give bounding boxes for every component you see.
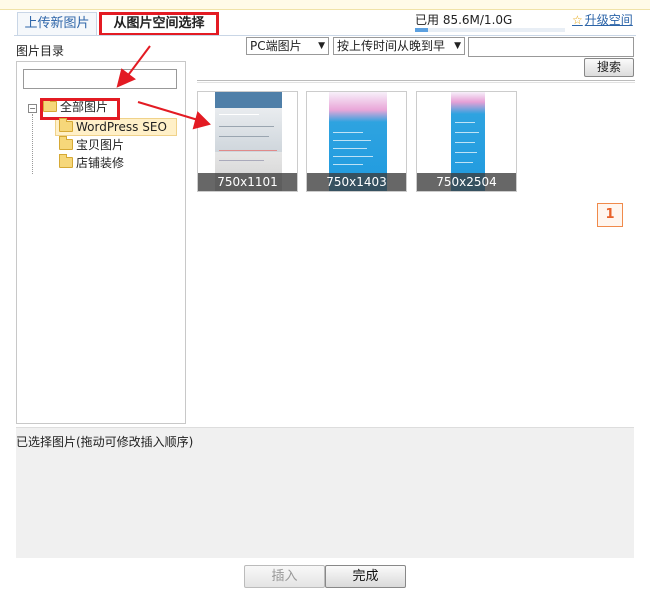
tree-connector-lines [32,114,33,174]
image-thumbnail[interactable]: 750x1403 [306,91,407,192]
tree-item-label: 宝贝图片 [76,138,125,152]
folder-icon [59,118,73,132]
annotation-highlight-box [40,98,120,120]
selected-images-area[interactable]: 已选择图片(拖动可修改插入顺序) [16,427,634,558]
source-select-value: PC端图片 [250,39,302,53]
search-button[interactable]: 搜索 [584,58,634,77]
image-thumbnail[interactable]: 750x2504 [416,91,517,192]
directory-title: 图片目录 [16,44,65,58]
filter-divider-shadow [197,82,635,83]
filter-divider [197,80,635,81]
folder-icon [59,136,73,150]
sort-select[interactable]: 按上传时间从晚到早 ▼ [333,37,465,55]
insert-button[interactable]: 插入 [244,565,325,588]
tab-divider [14,35,636,36]
image-size-label: 750x1101 [198,173,297,191]
tab-select-from-space[interactable]: 从图片空间选择 [99,12,219,36]
star-icon: ☆ [572,13,583,27]
done-button[interactable]: 完成 [325,565,406,588]
tree-item-product-images[interactable]: 宝贝图片 [59,136,124,154]
pagination-page-1[interactable]: 1 [597,203,623,227]
image-thumbnail[interactable]: 750x1101 [197,91,298,192]
source-select[interactable]: PC端图片 ▼ [246,37,329,55]
collapse-icon[interactable]: − [28,104,37,113]
tree-item-label: 店铺装修 [76,156,125,170]
image-size-label: 750x2504 [417,173,516,191]
folder-icon [59,154,73,168]
upgrade-space-link[interactable]: ☆ 升级空间 [572,11,633,28]
directory-search-input[interactable] [23,69,177,89]
dropdown-arrow-icon: ▼ [454,41,461,51]
image-search-input[interactable] [468,37,634,57]
image-size-label: 750x1403 [307,173,406,191]
sort-select-value: 按上传时间从晚到早 [337,39,446,53]
upgrade-space-label: 升级空间 [584,13,633,27]
tree-item-store-decoration[interactable]: 店铺装修 [59,154,124,172]
directory-panel: − 全部图片 WordPress SEO 宝贝图片 店铺装修 [16,61,186,424]
tree-item-label: WordPress SEO [76,120,167,134]
tree-item-wordpress-seo[interactable]: WordPress SEO [59,118,167,136]
tab-upload-new[interactable]: 上传新图片 [17,12,97,36]
storage-usage-fill [415,28,428,32]
storage-usage-bar [415,28,565,32]
storage-usage-label: 已用 85.6M/1.0G [415,13,513,27]
selected-images-title: 已选择图片(拖动可修改插入顺序) [16,435,194,449]
top-notice-strip [0,0,650,10]
dropdown-arrow-icon: ▼ [318,41,325,51]
